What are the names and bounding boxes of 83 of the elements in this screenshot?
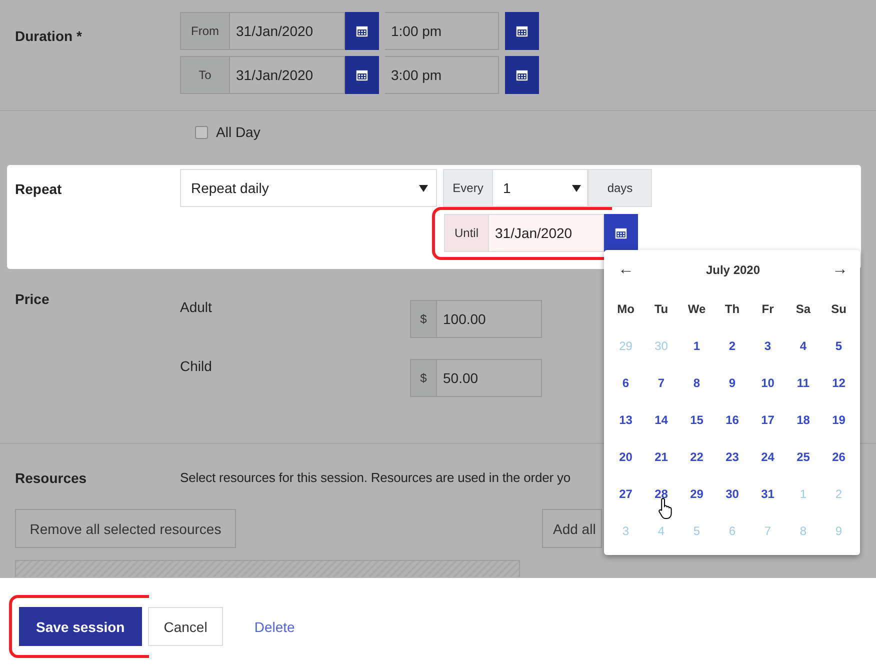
weekday-label: We <box>686 300 707 318</box>
calendar-day[interactable]: 3 <box>764 338 772 352</box>
remove-resources-button[interactable]: Remove all selected resources <box>15 509 236 548</box>
date-field[interactable]: 31/Jan/2020 <box>230 56 345 94</box>
calendar-day[interactable]: 1 <box>693 338 700 352</box>
field-addon: days <box>588 169 652 207</box>
calendar-day[interactable]: 10 <box>761 376 774 390</box>
calendar-day[interactable]: 13 <box>619 412 632 426</box>
price-label: Adult <box>180 299 213 317</box>
calendar-day[interactable]: 7 <box>658 376 665 390</box>
next-month-button[interactable]: → <box>832 261 848 279</box>
date-field[interactable]: 31/Jan/2020 <box>230 12 345 50</box>
calendar-day[interactable]: 9 <box>728 376 736 390</box>
time-field[interactable]: 3:00 pm <box>385 56 499 94</box>
time-field[interactable]: 1:00 pm <box>385 12 499 50</box>
calendar-day[interactable]: 26 <box>832 450 846 464</box>
repeat-dropdown[interactable]: Repeat daily <box>180 169 437 207</box>
calendar-day[interactable]: 28 <box>654 486 668 500</box>
calendar-day[interactable]: 16 <box>726 412 739 426</box>
price-field[interactable]: 100.00 <box>437 300 542 338</box>
currency-addon: $ <box>410 300 437 338</box>
cancel-button[interactable]: Cancel <box>148 607 224 646</box>
calendar-icon <box>356 25 368 37</box>
calendar-icon <box>615 227 627 239</box>
calendar-button[interactable] <box>604 214 638 252</box>
currency-addon: $ <box>410 359 437 397</box>
calendar-day[interactable]: 6 <box>622 376 630 390</box>
calendar-day[interactable]: 12 <box>832 376 846 390</box>
pointer-cursor-icon <box>658 497 674 519</box>
calendar-day[interactable]: 2 <box>728 338 736 352</box>
calendar-day[interactable]: 29 <box>690 486 704 500</box>
field-addon: To <box>180 56 230 94</box>
calendar-day[interactable]: 23 <box>726 450 739 464</box>
date-field[interactable]: 31/Jan/2020 <box>489 214 604 252</box>
calendar-day[interactable]: 27 <box>619 486 632 500</box>
calendar-day[interactable]: 30 <box>726 486 739 500</box>
calendar-day[interactable]: 11 <box>796 376 810 390</box>
field-label: Duration * <box>14 27 83 46</box>
price-label: Child <box>180 358 213 376</box>
calendar-day[interactable]: 20 <box>619 450 632 464</box>
caret-icon <box>419 184 428 192</box>
calendar-day[interactable]: 21 <box>654 450 668 464</box>
calendar-day[interactable]: 19 <box>832 412 846 426</box>
calendar-icon <box>356 69 368 81</box>
calendar-button[interactable] <box>505 12 539 50</box>
calendar-day[interactable]: 15 <box>690 412 704 426</box>
calendar-day[interactable]: 24 <box>761 450 774 464</box>
calendar-day[interactable]: 8 <box>693 376 700 390</box>
weekday-label: Sa <box>794 300 812 318</box>
weekday-label: Tu <box>653 300 670 318</box>
field-label: Repeat <box>14 180 63 199</box>
weekday-label: Th <box>724 300 741 318</box>
checkbox-label: All Day <box>216 124 260 140</box>
add-resources-button[interactable]: Add all <box>542 509 602 548</box>
save-button[interactable]: Save session <box>19 607 142 646</box>
calendar-icon <box>516 69 528 81</box>
calendar-day[interactable]: 31 <box>761 486 774 500</box>
field-label: Price <box>14 291 50 309</box>
calendar-button[interactable] <box>345 56 379 94</box>
calendar-icon <box>516 25 528 37</box>
weekday-label: Su <box>830 300 848 318</box>
calendar-day[interactable]: 14 <box>654 412 668 426</box>
calendar-day[interactable]: 5 <box>835 338 842 352</box>
calendar-day[interactable]: 4 <box>800 338 807 352</box>
calendar-day[interactable]: 25 <box>796 450 810 464</box>
calendar-day[interactable]: 17 <box>761 412 774 426</box>
checkbox[interactable] <box>195 126 208 138</box>
calendar-day[interactable]: 18 <box>796 412 810 426</box>
field-addon: From <box>180 12 230 50</box>
delete-link[interactable]: Delete <box>239 607 310 646</box>
calendar-day[interactable]: 22 <box>690 450 704 464</box>
field-addon: Every <box>443 169 493 207</box>
calendar-button[interactable] <box>345 12 379 50</box>
weekday-label: Fr <box>760 300 775 318</box>
price-field[interactable]: 50.00 <box>437 359 542 397</box>
previous-month-button[interactable]: ← <box>618 261 634 279</box>
weekday-label: Mo <box>616 300 636 318</box>
field-addon: Until <box>444 214 489 252</box>
field-label: Resources <box>14 470 88 486</box>
help-text: Select resources for this session. Resources are used in the order yo <box>180 470 571 486</box>
caret-icon <box>572 184 581 192</box>
calendar-button[interactable] <box>505 56 539 94</box>
month-title: July 2020 <box>706 263 760 277</box>
